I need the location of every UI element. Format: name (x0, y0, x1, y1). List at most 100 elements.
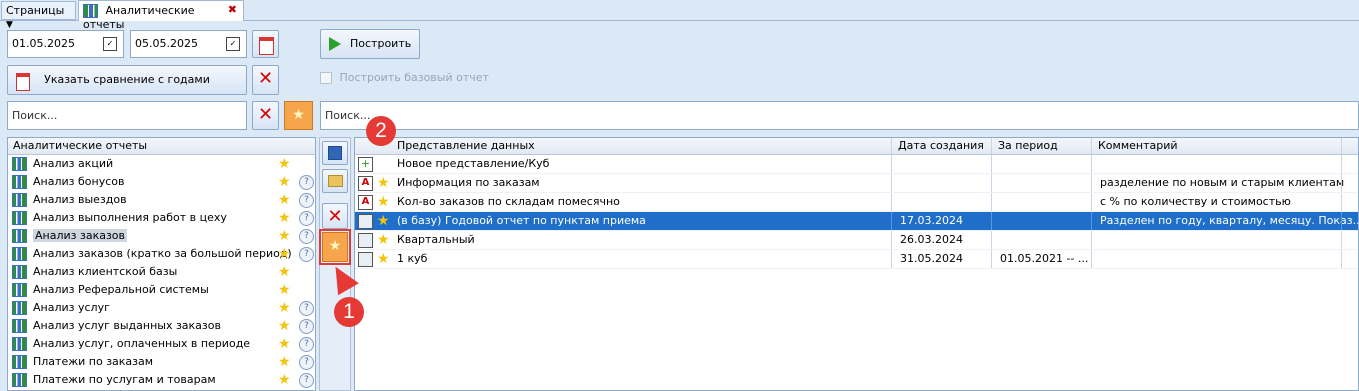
calendar-icon (259, 37, 274, 55)
clear-compare-button[interactable]: ✕ (252, 65, 279, 95)
col-divider (1091, 138, 1092, 154)
list-item[interactable]: Анализ бонусов ★? (8, 173, 315, 191)
compare-label: Указать сравнение с годами (44, 73, 210, 86)
base-report-option[interactable]: Построить базовый отчет (320, 71, 520, 87)
help-icon[interactable]: ? (299, 247, 314, 262)
play-icon (329, 37, 341, 51)
table-row[interactable]: ★ Квартальный 26.03.2024 (355, 231, 1358, 250)
col-divider (991, 212, 992, 230)
col-divider (1341, 174, 1342, 192)
star-icon[interactable]: ★ (278, 175, 291, 189)
star-icon[interactable]: ★ (278, 373, 291, 387)
star-icon[interactable]: ★ (377, 233, 390, 247)
cell-name: Кол-во заказов по складам помесячно (397, 195, 620, 208)
list-item[interactable]: Анализ заказов (кратко за большой период… (8, 245, 315, 263)
list-item[interactable]: Анализ выполнения работ в цеху ★? (8, 209, 315, 227)
chart-icon (12, 301, 27, 315)
table-row[interactable]: A ★ Информация по заказам разделение по нов… (355, 174, 1358, 193)
list-item[interactable]: Анализ услуг, оплаченных в периоде ★? (8, 335, 315, 353)
star-icon[interactable]: ★ (377, 195, 390, 209)
cube-icon (358, 214, 373, 229)
calendar-icon[interactable]: ✓ (226, 37, 240, 51)
col-divider (991, 231, 992, 249)
help-icon[interactable]: ? (299, 229, 314, 244)
star-icon[interactable]: ★ (278, 283, 291, 297)
cell-name: Информация по заказам (397, 176, 540, 189)
chart-icon (12, 157, 27, 171)
list-item[interactable]: Анализ услуг ★? (8, 299, 315, 317)
star-icon[interactable]: ★ (278, 211, 291, 225)
table-body: + Новое представление/Куб A ★ Информация по … (355, 155, 1359, 269)
cell-comment: с % по количеству и стоимостью (1100, 195, 1291, 208)
tab-label: Аналитические отчеты (83, 4, 195, 31)
tab-analytics[interactable]: Аналитические отчеты ✖ (78, 0, 244, 31)
period-calendar-button[interactable] (252, 30, 279, 58)
add-favorite-button[interactable]: ★ (319, 229, 351, 265)
list-item-label: Платежи по услугам и товарам (33, 373, 216, 386)
open-folder-button[interactable] (322, 169, 348, 193)
col-header-name[interactable]: Представление данных (397, 138, 535, 154)
col-divider (1091, 174, 1092, 192)
star-icon[interactable]: ★ (278, 229, 291, 243)
report-icon: A (358, 195, 373, 210)
table-row[interactable]: ★ 1 куб 31.05.2024 01.05.2021 -- ... (355, 250, 1358, 269)
compare-years-button[interactable]: Указать сравнение с годами (7, 65, 247, 95)
star-icon[interactable]: ★ (377, 252, 390, 266)
close-icon[interactable]: ✖ (228, 3, 237, 16)
help-icon[interactable]: ? (299, 319, 314, 334)
left-search-placeholder: Поиск... (12, 109, 58, 122)
date-from-field[interactable]: 01.05.2025 ✓ (7, 30, 124, 58)
star-icon[interactable]: ★ (278, 337, 291, 351)
pages-dropdown[interactable]: Страницы ▼ (1, 1, 76, 30)
star-icon[interactable]: ★ (278, 193, 291, 207)
star-icon[interactable]: ★ (278, 265, 291, 279)
list-item[interactable]: Платежи по услугам и товарам ★? (8, 371, 315, 389)
star-icon[interactable]: ★ (278, 355, 291, 369)
col-divider (1341, 212, 1342, 230)
col-header-created[interactable]: Дата создания (898, 138, 984, 154)
chart-icon (12, 265, 27, 279)
delete-button[interactable]: ✕ (322, 203, 348, 229)
col-header-period[interactable]: За период (998, 138, 1058, 154)
star-icon[interactable]: ★ (278, 301, 291, 315)
right-search-input[interactable]: Поиск... (320, 101, 1359, 130)
help-icon[interactable]: ? (299, 211, 314, 226)
list-item[interactable]: Анализ услуг выданных заказов ★? (8, 317, 315, 335)
left-search-input[interactable]: Поиск... (7, 101, 247, 130)
save-button[interactable] (322, 141, 348, 165)
star-icon[interactable]: ★ (278, 247, 291, 261)
build-button[interactable]: Построить (320, 29, 420, 59)
star-icon[interactable]: ★ (377, 214, 390, 228)
list-item[interactable]: Анализ заказов ★? (8, 227, 315, 245)
star-icon[interactable]: ★ (278, 157, 291, 171)
table-row[interactable]: + Новое представление/Куб (355, 155, 1358, 174)
list-item-label: Анализ бонусов (33, 175, 125, 188)
help-icon[interactable]: ? (299, 337, 314, 352)
cell-period: 01.05.2021 -- ... (1000, 252, 1089, 265)
list-item[interactable]: Анализ акций ★ (8, 155, 315, 173)
list-item[interactable]: Анализ клиентской базы ★ (8, 263, 315, 281)
col-divider (1091, 250, 1092, 268)
list-item[interactable]: Анализ Реферальной системы ★ (8, 281, 315, 299)
table-row[interactable]: ★ (в базу) Годовой отчет по пунктам прием… (355, 212, 1359, 231)
favorites-filter-button[interactable]: ★ (284, 101, 313, 130)
star-icon[interactable]: ★ (278, 319, 291, 333)
calendar-icon[interactable]: ✓ (103, 37, 117, 51)
col-header-comment[interactable]: Комментарий (1098, 138, 1178, 154)
list-item[interactable]: Платежи по заказам ★? (8, 353, 315, 371)
date-to-field[interactable]: 05.05.2025 ✓ (130, 30, 247, 58)
col-divider (991, 174, 992, 192)
chevron-down-icon: ▼ (6, 20, 13, 30)
star-icon[interactable]: ★ (377, 176, 390, 190)
help-icon[interactable]: ? (299, 301, 314, 316)
chart-icon (12, 283, 27, 297)
base-report-checkbox[interactable] (320, 72, 332, 84)
close-icon: ✕ (257, 104, 274, 125)
help-icon[interactable]: ? (299, 175, 314, 190)
help-icon[interactable]: ? (299, 355, 314, 370)
clear-search-button[interactable]: ✕ (252, 101, 279, 130)
help-icon[interactable]: ? (299, 373, 314, 388)
help-icon[interactable]: ? (299, 193, 314, 208)
table-row[interactable]: A ★ Кол-во заказов по складам помесячно с %… (355, 193, 1358, 212)
list-item[interactable]: Анализ выездов ★? (8, 191, 315, 209)
